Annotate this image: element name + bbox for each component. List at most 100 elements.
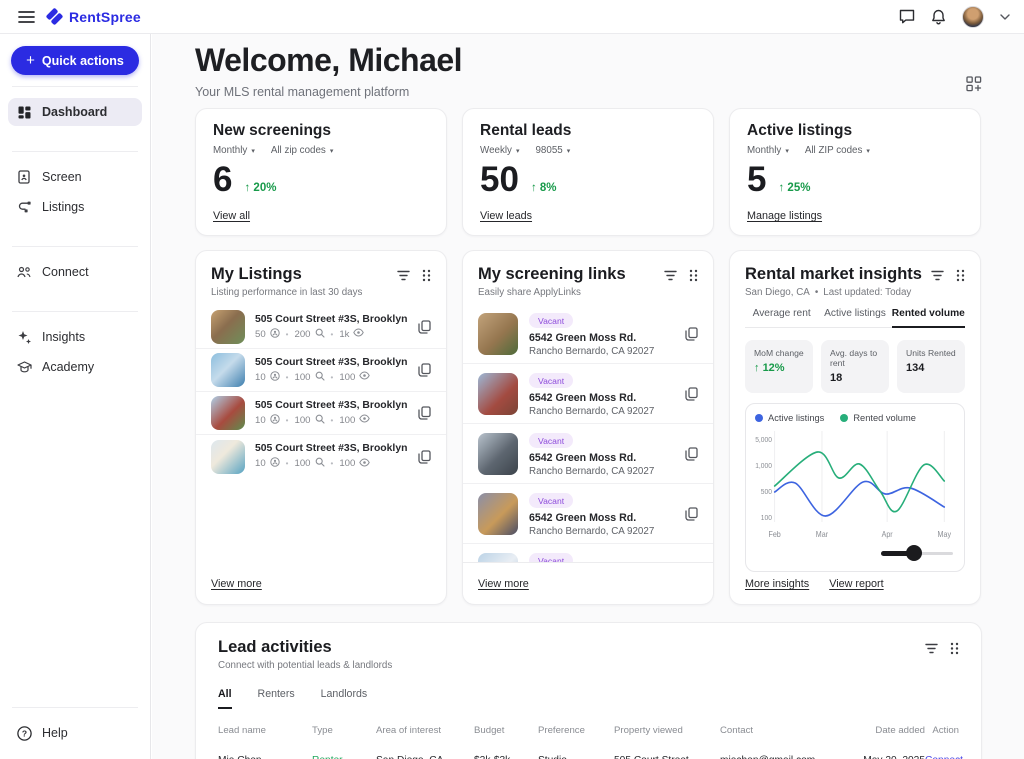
period-select[interactable]: Weekly▾ xyxy=(480,145,519,156)
drag-handle-icon[interactable] xyxy=(689,269,698,282)
messages-icon[interactable] xyxy=(899,9,915,24)
sidebar-item-connect[interactable]: Connect xyxy=(8,258,142,286)
insights-updated: Last updated: Today xyxy=(823,287,911,298)
listing-row[interactable]: 505 Court Street #3S, Brooklyn 50 • 200 … xyxy=(196,306,446,349)
copy-icon[interactable] xyxy=(418,363,431,377)
sidebar-divider xyxy=(12,151,138,152)
tab-renters[interactable]: Renters xyxy=(258,688,295,709)
copy-icon[interactable] xyxy=(418,450,431,464)
listing-stats: 10 • 100 • 100 xyxy=(255,457,408,470)
sidebar-item-label: Academy xyxy=(42,360,94,374)
copy-icon[interactable] xyxy=(685,327,698,341)
tab-landlords[interactable]: Landlords xyxy=(321,688,368,709)
copy-icon[interactable] xyxy=(685,507,698,521)
drag-handle-icon[interactable] xyxy=(422,269,431,282)
zip-select[interactable]: All zip codes▾ xyxy=(271,145,334,156)
view-leads-link[interactable]: View leads xyxy=(480,210,532,222)
screening-address: 6542 Green Moss Rd. xyxy=(529,392,654,404)
searches-magnifier-icon xyxy=(315,457,325,470)
svg-text:Apr: Apr xyxy=(882,530,894,539)
filter-icon[interactable] xyxy=(664,270,677,281)
applicants-person-icon xyxy=(270,371,280,384)
period-select[interactable]: Monthly▾ xyxy=(213,145,255,156)
screening-link-row[interactable]: Vacant 6542 Green Moss Rd. Rancho Bernar… xyxy=(463,304,713,364)
view-more-link[interactable]: View more xyxy=(211,578,262,590)
listing-row[interactable]: 505 Court Street #3S, Brooklyn 10 • 100 … xyxy=(196,349,446,392)
more-insights-link[interactable]: More insights xyxy=(745,578,809,590)
vacancy-badge: Vacant xyxy=(529,373,573,388)
screen-document-icon xyxy=(16,170,32,184)
svg-text:500: 500 xyxy=(761,488,772,496)
lead-connect-link[interactable]: Connect xyxy=(925,755,963,759)
sidebar-item-insights[interactable]: Insights xyxy=(8,323,142,351)
drag-handle-icon[interactable] xyxy=(950,642,959,655)
column-header: Budget xyxy=(474,725,538,736)
column-header: Contact xyxy=(720,725,840,736)
drag-handle-icon[interactable] xyxy=(956,269,965,282)
sidebar: + Quick actions Dashboard Screen Listing… xyxy=(0,34,151,759)
screening-link-row[interactable]: Vacant 6542 Green Moss Rd. Rancho Bernar… xyxy=(463,484,713,544)
view-report-link[interactable]: View report xyxy=(829,578,883,590)
sidebar-item-screen[interactable]: Screen xyxy=(8,163,142,191)
searches-magnifier-icon xyxy=(315,371,325,384)
sidebar-item-academy[interactable]: Academy xyxy=(8,353,142,381)
listing-thumbnail xyxy=(478,493,518,535)
tab-average-rent[interactable]: Average rent xyxy=(745,308,818,328)
view-all-link[interactable]: View all xyxy=(213,210,250,222)
lead-contact-link[interactable]: miachen@gmail.com xyxy=(720,755,840,759)
user-avatar[interactable] xyxy=(962,6,984,28)
stat-card-title: Rental leads xyxy=(480,122,696,140)
card-subtitle: Connect with potential leads & landlords xyxy=(218,660,392,671)
copy-icon[interactable] xyxy=(418,320,431,334)
screening-link-row[interactable]: Vacant 6542 Green Moss Rd. Rancho Bernar… xyxy=(463,364,713,424)
copy-icon[interactable] xyxy=(685,387,698,401)
lead-row: Mia Chen Renter San Diego, CA $2k-$3k St… xyxy=(218,755,959,759)
chevron-down-icon: ▾ xyxy=(330,147,334,155)
period-select[interactable]: Monthly▾ xyxy=(747,145,789,156)
filter-icon[interactable] xyxy=(925,643,938,654)
filter-icon[interactable] xyxy=(397,270,410,281)
sidebar-item-help[interactable]: ? Help xyxy=(8,719,142,747)
quick-actions-button[interactable]: + Quick actions xyxy=(11,46,139,75)
tab-all[interactable]: All xyxy=(218,688,232,709)
rental-market-insights-card: Rental market insights San Diego, CA • L… xyxy=(729,250,981,605)
vacancy-badge: Vacant xyxy=(529,433,573,448)
stat-delta: ↑ 20% xyxy=(244,182,276,195)
lead-property-link[interactable]: 505 Court Street xyxy=(614,755,720,759)
sidebar-divider xyxy=(12,707,138,708)
listing-row[interactable]: 505 Court Street #3S, Brooklyn 10 • 100 … xyxy=(196,435,446,478)
page-title: Welcome, Michael xyxy=(195,42,982,79)
filter-icon[interactable] xyxy=(931,270,944,281)
svg-text:1,000: 1,000 xyxy=(755,462,772,470)
chart-range-slider[interactable] xyxy=(881,545,953,561)
lead-type: Renter xyxy=(312,755,376,759)
zip-select[interactable]: 98055▾ xyxy=(535,145,570,156)
plus-icon: + xyxy=(26,53,35,68)
insights-chart: FebMarAprMay5,0001,000500100 xyxy=(755,425,955,543)
account-chevron-down-icon[interactable] xyxy=(1000,14,1010,20)
listing-row[interactable]: 505 Court Street #3S, Brooklyn 10 • 100 … xyxy=(196,392,446,435)
sidebar-item-dashboard[interactable]: Dashboard xyxy=(8,98,142,126)
copy-icon[interactable] xyxy=(418,406,431,420)
tab-active-listings[interactable]: Active listings xyxy=(818,308,891,328)
view-more-link[interactable]: View more xyxy=(478,578,529,590)
lead-name-link[interactable]: Mia Chen xyxy=(218,755,312,759)
stat-value: 5 xyxy=(747,165,766,195)
sidebar-divider xyxy=(12,311,138,312)
notifications-bell-icon[interactable] xyxy=(931,9,946,25)
chevron-down-icon: ▾ xyxy=(866,147,870,155)
page-subtitle: Your MLS rental management platform xyxy=(195,85,982,99)
hamburger-menu-icon[interactable] xyxy=(14,5,38,29)
copy-icon[interactable] xyxy=(685,447,698,461)
column-header: Type xyxy=(312,725,376,736)
sidebar-item-listings[interactable]: Listings xyxy=(8,193,142,221)
up-arrow-icon: ↑ xyxy=(244,182,250,194)
customize-widgets-icon[interactable] xyxy=(966,76,982,97)
insights-sparkle-icon xyxy=(16,331,32,344)
zip-select[interactable]: All ZIP codes▾ xyxy=(805,145,870,156)
tab-rented-volume[interactable]: Rented volume xyxy=(892,308,965,328)
slider-knob[interactable] xyxy=(906,545,922,561)
manage-listings-link[interactable]: Manage listings xyxy=(747,210,822,222)
screening-link-row[interactable]: Vacant 6542 Green Moss Rd. Rancho Bernar… xyxy=(463,424,713,484)
rentspree-logo[interactable]: RentSpree xyxy=(46,8,141,25)
